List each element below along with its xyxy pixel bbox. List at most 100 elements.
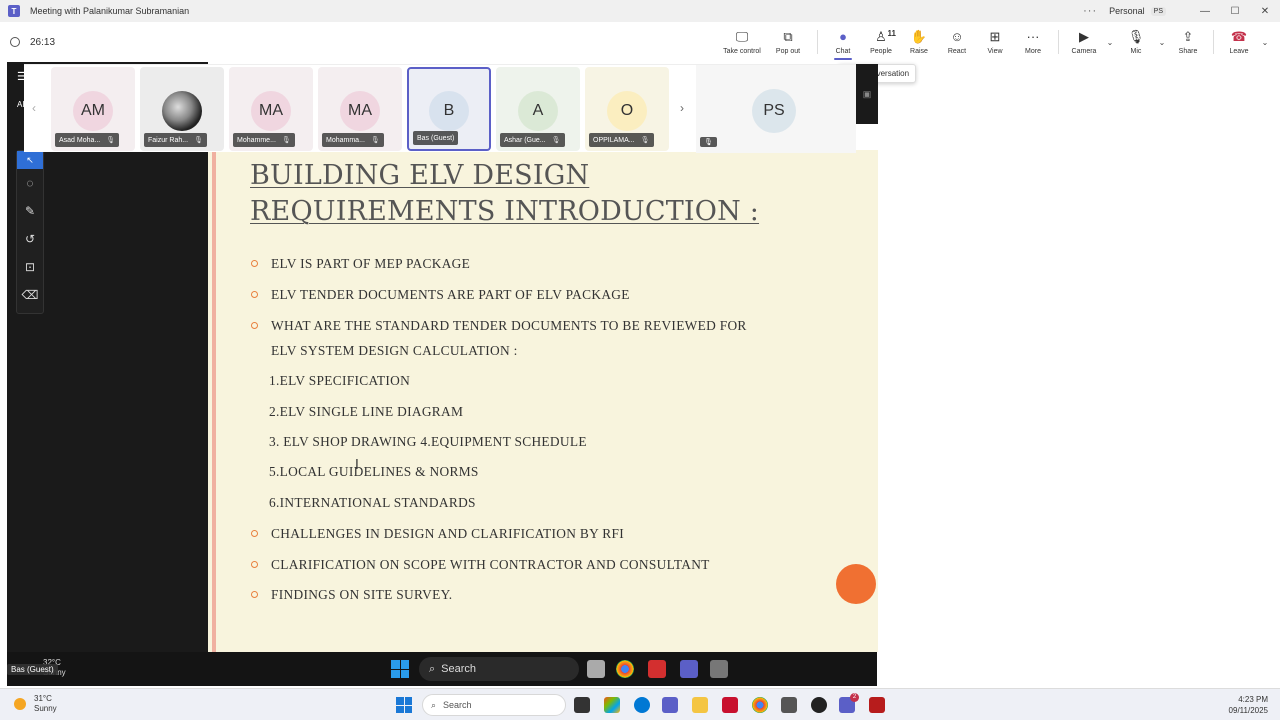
pointer-icon[interactable]: ↖ (17, 151, 43, 169)
shared-presenter-label: Bas (Guest) (7, 664, 58, 675)
participant-tile[interactable]: MA Mohamma... 🎙 (318, 67, 402, 151)
account-label[interactable]: Personal (1109, 6, 1145, 16)
chrome-icon[interactable] (752, 697, 768, 713)
acrobat-icon[interactable] (869, 697, 885, 713)
bullet-icon (251, 530, 258, 537)
camera-button[interactable]: ▶ Camera (1065, 23, 1103, 61)
mic-options-chevron-icon[interactable]: ⌄ (1155, 38, 1169, 47)
mic-off-icon: 🎙 (194, 137, 203, 144)
mic-button[interactable]: 🎙 Mic (1117, 23, 1155, 61)
eraser-icon[interactable]: ⌫ (17, 281, 43, 309)
shared-search-box: ⌕ Search (419, 657, 579, 681)
participant-name-tag: Mohamma... 🎙 (322, 133, 384, 147)
more-options-icon[interactable]: ··· (1083, 5, 1097, 17)
leave-options-chevron-icon[interactable]: ⌄ (1258, 38, 1272, 47)
more-icon: ··· (1026, 29, 1040, 44)
taskbar-search[interactable]: ⌕ Search (422, 694, 566, 716)
participant-name-tag: Ashar (Gue... 🎙 (500, 133, 565, 147)
teams-meeting-icon[interactable]: 2 (839, 693, 859, 713)
meeting-toolbar: 26:13 🖵 Take control ⧉ Pop out ● Chat ♙ … (0, 22, 1280, 62)
calculator-icon[interactable] (781, 697, 797, 713)
task-view-icon[interactable] (574, 697, 590, 713)
participant-name-tag: Faizur Rah... 🎙 (144, 133, 207, 147)
slide-bullet: FINDINGS ON SITE SURVEY. (271, 587, 453, 602)
search-icon: ⌕ (431, 699, 437, 710)
mcafee-icon[interactable] (722, 697, 738, 713)
file-explorer-icon[interactable] (692, 697, 708, 713)
participant-tile[interactable]: O OPPILAMA... 🎙 (585, 67, 669, 151)
participant-tile[interactable]: Faizur Rah... 🎙 (140, 67, 224, 151)
react-button[interactable]: ☺ React (938, 23, 976, 61)
maximize-icon[interactable]: ☐ (1220, 6, 1250, 17)
pen-icon[interactable]: ✎ (17, 197, 43, 225)
pop-out-button[interactable]: ⧉ Pop out (765, 23, 811, 61)
share-icon: ⇪ (1182, 29, 1194, 44)
share-button[interactable]: ⇪ Share (1169, 23, 1207, 61)
mic-off-icon: 🎙 (1127, 29, 1145, 44)
sun-icon (14, 698, 26, 710)
presenter-tile[interactable]: PS 🎙 (696, 65, 856, 153)
participant-name-tag: Bas (Guest) (413, 131, 459, 145)
chrome-icon (616, 660, 634, 678)
minimize-icon[interactable]: — (1190, 6, 1220, 17)
account-avatar[interactable]: PS (1150, 6, 1166, 16)
laser-pointer (836, 564, 876, 604)
participant-tile-active[interactable]: B Bas (Guest) (407, 67, 491, 151)
divider (1213, 30, 1214, 54)
hang-up-icon: ☎ (1230, 29, 1248, 44)
slide-bullet: ELV TENDER DOCUMENTS ARE PART OF ELV PAC… (271, 287, 630, 302)
hand-icon: ✋ (910, 29, 928, 44)
people-button[interactable]: ♙ 11 People (862, 23, 900, 61)
window-title: Meeting with Palanikumar Subramanian (30, 6, 190, 16)
chevron-left-icon[interactable]: ‹ (32, 101, 36, 115)
app-icon[interactable] (811, 697, 827, 713)
copilot-icon[interactable] (604, 697, 620, 713)
participant-tile[interactable]: AM Asad Moha... 🎙 (51, 67, 135, 151)
smiley-icon: ☺ (950, 29, 964, 44)
mic-off-icon: 🎙 (370, 137, 380, 144)
teams-icon[interactable] (662, 697, 678, 713)
meeting-timer: 26:13 (30, 36, 56, 48)
slide-subitem: 6.INTERNATIONAL STANDARDS (269, 495, 476, 510)
bullet-icon (251, 561, 258, 568)
close-icon[interactable]: ✕ (1250, 6, 1280, 17)
search-icon: ⌕ (429, 662, 436, 675)
leave-button[interactable]: ☎ Leave (1220, 23, 1258, 61)
teams-icon: T (8, 5, 20, 17)
slide-accent-bar (212, 150, 216, 652)
participant-name-tag: Mohamme... 🎙 (233, 133, 295, 147)
slide-bullet-continuation: ELV SYSTEM DESIGN CALCULATION : (271, 343, 518, 358)
participant-tile[interactable]: MA Mohamme... 🎙 (229, 67, 313, 151)
chat-button[interactable]: ● Chat (824, 23, 862, 61)
view-button[interactable]: ⊞ View (976, 23, 1014, 61)
camera-off-icon: ▶ (1079, 29, 1089, 44)
participant-tile[interactable]: A Ashar (Gue... 🎙 (496, 67, 580, 151)
bullet-icon (251, 322, 258, 329)
avatar: A (518, 91, 558, 131)
taskbar: 31°C Sunny ⌕ Search 2 4:23 PM 09/11/2025 (0, 688, 1280, 720)
shared-screen-taskbar: 32°C Sunny ⌕Search (7, 652, 877, 686)
camera-options-chevron-icon[interactable]: ⌄ (1103, 38, 1117, 47)
text-cursor-icon: I (355, 458, 359, 473)
slide-subitem: 5.LOCAL GUIDELINES & NORMS (269, 464, 479, 479)
lasso-icon[interactable]: ↺ (17, 225, 43, 253)
edge-icon[interactable] (634, 697, 650, 713)
weather-widget[interactable]: 31°C Sunny (14, 694, 57, 714)
task-view-icon (587, 660, 605, 678)
mic-off-icon: 🎙 (640, 137, 650, 144)
teams-icon (680, 660, 698, 678)
notification-badge: 2 (850, 693, 859, 702)
take-control-icon: 🖵 (735, 29, 749, 44)
comment-icon[interactable]: ◌ (17, 169, 43, 197)
raise-hand-button[interactable]: ✋ Raise (900, 23, 938, 61)
avatar: AM (73, 91, 113, 131)
system-clock[interactable]: 4:23 PM 09/11/2025 (1229, 694, 1268, 716)
slide-title: BUILDING ELV DESIGN REQUIREMENTS INTRODU… (250, 160, 760, 227)
chevron-right-icon[interactable]: › (680, 101, 684, 115)
more-button[interactable]: ··· More (1014, 23, 1052, 61)
take-control-button[interactable]: 🖵 Take control (719, 23, 765, 61)
participant-name-tag: Asad Moha... 🎙 (55, 133, 120, 147)
windows-start-icon[interactable] (396, 697, 412, 713)
shield-icon (10, 37, 20, 47)
text-box-icon[interactable]: ⊡ (17, 253, 43, 281)
